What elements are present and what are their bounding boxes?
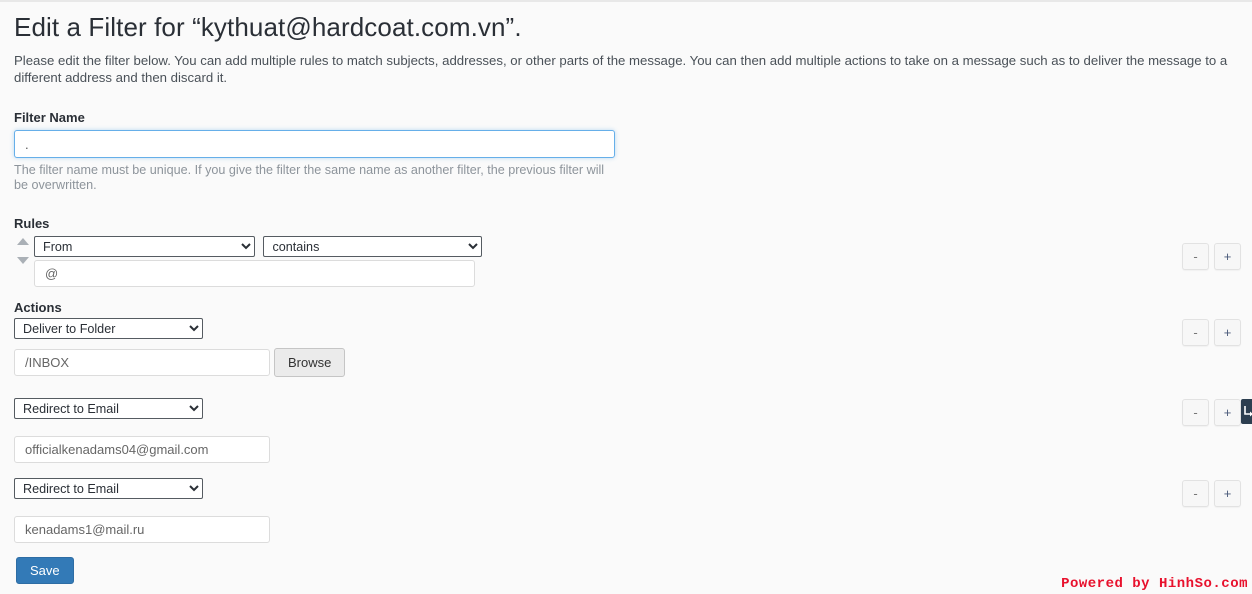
cursor-pointer-icon [1241,399,1252,424]
top-divider [0,0,1252,2]
rules-section: Rules From contains [14,216,483,287]
action-3-add-remove-controls: - + [1182,480,1241,507]
filter-name-label: Filter Name [14,110,85,125]
action-1-add-remove-controls: - + [1182,319,1241,346]
action-remove-button-1[interactable]: - [1182,319,1209,346]
action-row-deliver-to-folder: Deliver to Folder Browse [14,318,346,377]
rule-remove-button[interactable]: - [1182,243,1209,270]
action-row-redirect-1: Redirect to Email [14,398,270,463]
filter-name-help-text: The filter name must be unique. If you g… [14,163,605,192]
action-2-add-remove-controls: - + [1182,399,1241,426]
filter-edit-page: Edit a Filter for “kythuat@hardcoat.com.… [0,0,1252,594]
redirect-input-row-2 [14,516,270,543]
watermark: Powered by HinhSo.com [1061,576,1248,592]
rule-add-button[interactable]: + [1214,243,1241,270]
save-button[interactable]: Save [16,557,74,584]
action-add-button-3[interactable]: + [1214,480,1241,507]
action-folder-input[interactable] [14,349,270,376]
redirect-input-row-1 [14,436,270,463]
action-remove-button-3[interactable]: - [1182,480,1209,507]
action-type-select-3[interactable]: Redirect to Email [14,478,203,499]
filter-name-section: Filter Name The filter name must be uniq… [14,110,615,193]
action-type-select-1[interactable]: Deliver to Folder [14,318,203,339]
action-email-input-2[interactable] [14,516,270,543]
rule-sort-controls [14,238,32,264]
action-remove-button-2[interactable]: - [1182,399,1209,426]
folder-input-row: Browse [14,348,346,377]
browse-button[interactable]: Browse [274,348,346,377]
page-description: Please edit the filter below. You can ad… [14,53,1228,85]
rule-operator-select[interactable]: contains [263,236,483,257]
rules-label: Rules [14,216,50,231]
action-add-button-2[interactable]: + [1214,399,1241,426]
rule-add-remove-controls: - + [1182,243,1241,270]
triangle-down-icon[interactable] [17,257,29,264]
rule-selects: From contains [34,236,483,257]
action-email-input-1[interactable] [14,436,270,463]
page-title: Edit a Filter for “kythuat@hardcoat.com.… [14,12,522,42]
action-add-button-1[interactable]: + [1214,319,1241,346]
rule-row: From contains [14,236,483,287]
triangle-up-icon[interactable] [17,238,29,245]
filter-name-input[interactable] [14,130,615,158]
actions-label: Actions [14,300,62,315]
action-row-redirect-2: Redirect to Email [14,478,270,543]
action-type-select-2[interactable]: Redirect to Email [14,398,203,419]
rule-field-select[interactable]: From [34,236,255,257]
rule-value-input[interactable] [34,260,475,287]
